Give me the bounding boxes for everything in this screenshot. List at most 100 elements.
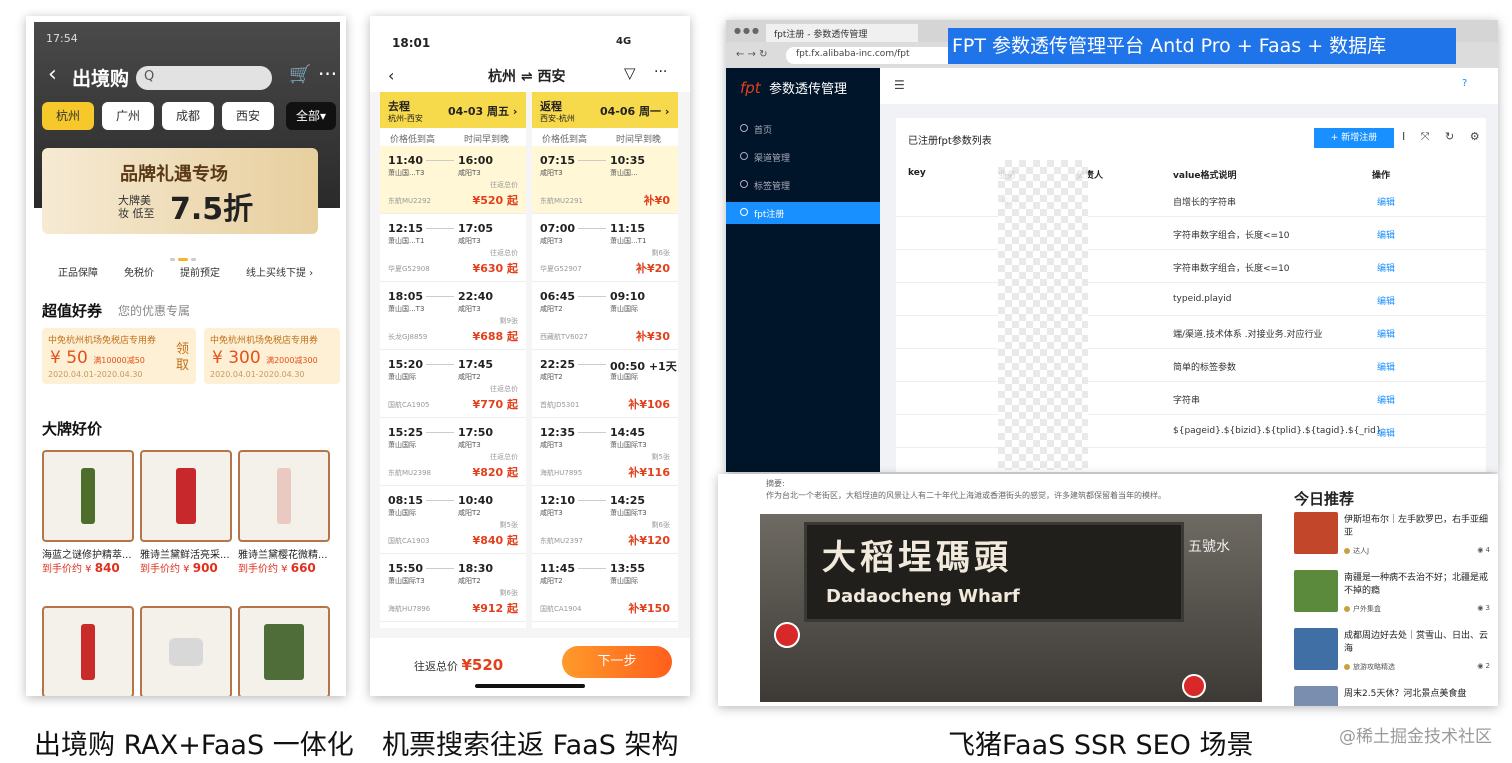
flight-note: 往返总价 [490, 385, 518, 393]
edit-link[interactable]: 编辑 [1377, 360, 1395, 373]
outbound-date-header[interactable]: 去程 杭州-西安 04-03 周五 › [380, 92, 526, 128]
flight-row[interactable]: 06:45 咸阳T2 09:10 萧山国际 西藏航TV6027 补¥30 [532, 282, 678, 350]
city-tab-xian[interactable]: 西安 [222, 102, 274, 130]
sidebar-item-home[interactable]: 首页 [726, 118, 880, 140]
nav-arrows-icon[interactable]: ← → ↻ [736, 49, 768, 60]
product-card[interactable] [238, 450, 330, 542]
flight-line [426, 296, 454, 297]
more-icon[interactable]: ··· [654, 64, 667, 80]
route-title: 杭州 ⇌ 西安 [488, 69, 566, 85]
coupon-value: ¥ 300 满2000减300 [212, 348, 318, 368]
flight-row[interactable]: 11:45 咸阳T2 13:55 萧山国际 国航CA1904 补¥150 [532, 554, 678, 622]
product-card[interactable] [140, 606, 232, 696]
sidebar-item-channels[interactable]: 渠道管理 [726, 146, 880, 168]
arrive-time: 09:10 [610, 290, 646, 303]
menu-fold-icon[interactable]: ☰ [894, 78, 905, 92]
claim-coupon-button[interactable]: 领取 [176, 342, 190, 374]
flight-row[interactable]: 15:25 萧山国际 17:50 咸阳T3 往返总价 东航MU2398 ¥820 起 [380, 418, 526, 486]
depart-airport: 萧山国...T3 [388, 169, 425, 177]
edit-link[interactable]: 编辑 [1377, 228, 1395, 241]
product-card[interactable] [238, 606, 330, 696]
overlay-title: FPT 参数透传管理平台 Antd Pro + Faas + 数据库 [948, 28, 1456, 64]
edit-link[interactable]: 编辑 [1377, 327, 1395, 340]
depart-airport: 萧山国际T3 [388, 577, 425, 585]
sidebar-item-fpt-register[interactable]: fpt注册 [726, 202, 880, 224]
edit-link[interactable]: 编辑 [1377, 393, 1395, 406]
flight-number: 海航HU7896 [388, 605, 431, 613]
product-card[interactable] [42, 606, 134, 696]
add-register-button[interactable]: + 新增注册 [1314, 128, 1394, 148]
sort-by-price[interactable]: 价格低到高 [542, 132, 587, 145]
recommend-item[interactable]: 南疆是一种病不去治不好；北疆是戒不掉的瘾 户外集盒 ◉ 3 [1294, 570, 1494, 626]
cell-format: 端/渠道.技术体系 .对接业务.对应行业 [1173, 330, 1323, 340]
flight-row[interactable]: 22:25 咸阳T2 00:50 +1天 萧山国际 首航JD5301 补¥106 [532, 350, 678, 418]
guarantee-pickup[interactable]: 线上买线下提 › [246, 264, 313, 279]
coupon-card[interactable]: 中免杭州机场免税店专用券 ¥ 300 满2000减300 2020.04.01-… [204, 328, 340, 384]
coupon-card[interactable]: 中免杭州机场免税店专用券 ¥ 50 满10000减50 2020.04.01-2… [42, 328, 196, 384]
edit-link[interactable]: 编辑 [1377, 294, 1395, 307]
recommend-item[interactable]: 成都周边好去处｜赏雪山、日出、云海 旅游攻略精选 ◉ 2 [1294, 628, 1494, 684]
arrive-airport: 萧山国际 [610, 305, 638, 313]
depart-time: 15:25 [388, 426, 424, 439]
edit-link[interactable]: 编辑 [1377, 261, 1395, 274]
arrive-airport: 咸阳T2 [458, 373, 481, 381]
home-indicator [475, 684, 585, 688]
sidebar-item-tags[interactable]: 标签管理 [726, 174, 880, 196]
recommend-title: 伊斯坦布尔｜左手欧罗巴，右手亚细亚 [1344, 515, 1489, 538]
next-step-button[interactable]: 下一步 [562, 646, 672, 678]
table-tools-icon[interactable]: I ⤧ ↻ ⚙ [1402, 130, 1486, 144]
tag-icon [740, 180, 748, 188]
edit-link[interactable]: 编辑 [1377, 426, 1395, 439]
cart-icon[interactable]: 🛒 [289, 64, 311, 85]
flight-line [426, 228, 454, 229]
recommend-title: 成都周边好去处｜赏雪山、日出、云海 [1344, 631, 1489, 654]
cell-format: ${pageid}.${bizid}.${tplid}.${tagid}.${_… [1173, 426, 1382, 436]
city-tab-chengdu[interactable]: 成都 [162, 102, 214, 130]
filter-icon[interactable]: ▽ [624, 64, 636, 82]
flight-row[interactable]: 07:15 咸阳T3 10:35 萧山国... 东航MU2291 补¥0 [532, 146, 678, 214]
depart-time: 07:00 [540, 222, 576, 235]
flight-row[interactable]: 12:10 咸阳T3 14:25 萧山国际T3 剩6张 东航MU2397 补¥120 [532, 486, 678, 554]
flight-price: 补¥116 [628, 466, 670, 479]
depart-airport: 咸阳T2 [540, 577, 563, 585]
flight-row[interactable]: 12:15 萧山国...T1 17:05 咸阳T3 往返总价 华夏G52908 ¥630 起 [380, 214, 526, 282]
window-controls-icon[interactable]: ●●● [734, 26, 761, 35]
flight-row[interactable]: 15:50 萧山国际T3 18:30 咸阳T2 剩6张 海航HU7896 ¥912 起 [380, 554, 526, 622]
view-count: ◉ 4 [1477, 546, 1490, 554]
product-card[interactable] [42, 450, 134, 542]
caption-3: 飞猪FaaS SSR SEO 场景 [948, 730, 1254, 761]
table-row: 简单的标签参数 编辑 [896, 349, 1486, 382]
flight-number: 东航MU2397 [540, 537, 583, 545]
edit-link[interactable]: 编辑 [1377, 195, 1395, 208]
sort-by-price[interactable]: 价格低到高 [390, 132, 435, 145]
author-icon [1344, 664, 1350, 670]
city-tab-hangzhou[interactable]: 杭州 [42, 102, 94, 130]
recommend-item[interactable]: 伊斯坦布尔｜左手欧罗巴，右手亚细亚 达人J ◉ 4 [1294, 512, 1494, 568]
flight-row[interactable]: 08:15 萧山国际 10:40 咸阳T2 剩5张 国航CA1903 ¥840 起 [380, 486, 526, 554]
inbound-date-header[interactable]: 返程 西安-杭州 04-06 周一 › [532, 92, 678, 128]
recommend-item[interactable]: 周末2.5天休？河北景点美食盘 [1294, 686, 1494, 706]
back-icon[interactable]: ‹ [48, 62, 57, 87]
back-icon[interactable]: ‹ [388, 66, 394, 85]
city-tab-all[interactable]: 全部▾ [286, 102, 336, 130]
flight-row[interactable]: 15:20 萧山国际 17:45 咸阳T2 往返总价 国航CA1905 ¥770 起 [380, 350, 526, 418]
search-input[interactable]: Q [136, 66, 272, 90]
flight-row[interactable]: 07:00 咸阳T3 11:15 萧山国...T1 剩6张 华夏G52907 补¥20 [532, 214, 678, 282]
flight-note: 剩5张 [651, 453, 670, 461]
sort-by-time[interactable]: 时间早到晚 [464, 132, 509, 145]
cell-format: 字符串数字组合，长度<=10 [1173, 231, 1290, 241]
table-row: 字符串数字组合，长度<=10 编辑 [896, 250, 1486, 283]
flight-row[interactable]: 18:05 萧山国...T3 22:40 咸阳T3 剩9张 长龙GJ8859 ¥688 起 [380, 282, 526, 350]
flight-row[interactable]: 11:40 萧山国...T3 16:00 咸阳T3 往返总价 东航MU2292 ¥520 起 [380, 146, 526, 214]
flight-number: 东航MU2291 [540, 197, 583, 205]
promo-banner[interactable]: 品牌礼遇专场 大牌美妆 低至 7.5折 [42, 148, 318, 234]
browser-tab[interactable]: fpt注册 - 参数透传管理 [766, 24, 918, 42]
ssr-article-screenshot: 摘要: 作为台北一个老街区，大稻埕迪的风景让人有二十年代上海滩或香港街头的感觉，许… [718, 474, 1498, 706]
sort-by-time[interactable]: 时间早到晚 [616, 132, 661, 145]
arrive-time: 17:05 [458, 222, 494, 235]
flight-row[interactable]: 12:35 咸阳T3 14:45 萧山国际T3 剩5张 海航HU7895 补¥116 [532, 418, 678, 486]
product-card[interactable] [140, 450, 232, 542]
help-icon[interactable]: ? [1462, 78, 1467, 89]
city-tab-guangzhou[interactable]: 广州 [102, 102, 154, 130]
more-icon[interactable]: ··· [318, 62, 337, 86]
